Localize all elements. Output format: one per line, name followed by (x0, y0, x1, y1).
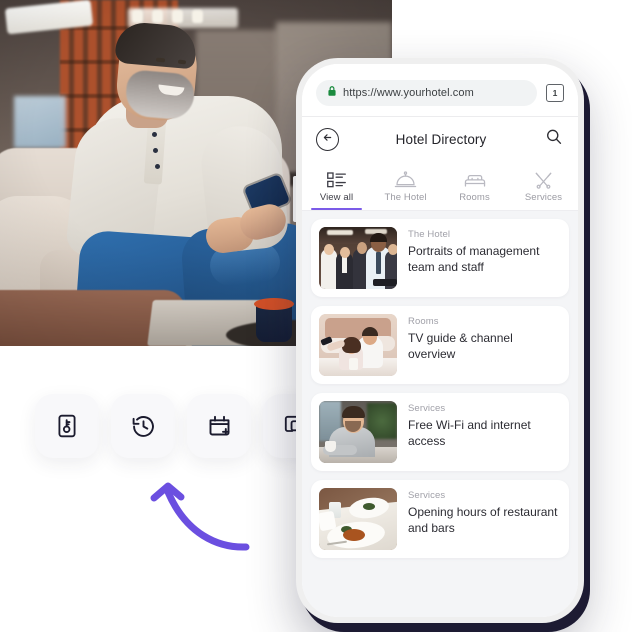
tab-view-all[interactable]: View all (302, 163, 371, 210)
tab-label: The Hotel (384, 192, 427, 203)
list-item-category: The Hotel (408, 229, 451, 240)
phone-mockup: https://www.yourhotel.com 1 Hotel Direct… (293, 58, 584, 623)
list-item-title: TV guide & channel overview (408, 331, 513, 361)
list-item-text: Services Opening hours of restaurant and… (408, 488, 561, 537)
man-with-laptop-photo (319, 401, 397, 463)
tab-services[interactable]: Services (509, 163, 578, 210)
url-text: https://www.yourhotel.com (343, 87, 474, 99)
history-clock-icon (130, 413, 157, 440)
bed-icon (463, 168, 487, 189)
calendar-plus-icon (206, 413, 233, 440)
directory-list[interactable]: The Hotel Portraits of management team a… (302, 211, 578, 617)
search-button[interactable] (543, 129, 564, 150)
list-item-title: Free Wi-Fi and internet access (408, 418, 531, 448)
list-item[interactable]: Rooms TV guide & channel overview (311, 306, 569, 384)
list-item-title: Portraits of management team and staff (408, 244, 540, 274)
curved-arrow-icon (146, 476, 258, 558)
tab-label: View all (319, 192, 354, 203)
list-item-title: Opening hours of restaurant and bars (408, 505, 558, 535)
phone-side-button[interactable] (293, 176, 296, 222)
back-button[interactable] (316, 127, 339, 151)
couple-watching-tv-photo (319, 314, 397, 376)
list-item-category: Services (408, 403, 446, 414)
list-item[interactable]: Services Free Wi-Fi and internet access (311, 393, 569, 471)
list-item-category: Services (408, 490, 446, 501)
tab-the-hotel[interactable]: The Hotel (371, 163, 440, 210)
tab-label: Services (524, 192, 563, 203)
page-title: Hotel Directory (395, 131, 487, 147)
tab-counter-button[interactable]: 1 (546, 84, 564, 102)
category-tabs: View all The Hotel Rooms Services (302, 161, 578, 211)
list-item-text: The Hotel Portraits of management team a… (408, 227, 561, 276)
tab-label: Rooms (459, 192, 490, 203)
tile-key-card[interactable] (35, 394, 99, 458)
list-item-text: Rooms TV guide & channel overview (408, 314, 561, 363)
list-item-category: Rooms (408, 316, 439, 327)
key-card-icon (54, 413, 80, 439)
list-view-icon (326, 168, 347, 189)
fork-knife-icon (533, 168, 554, 189)
phone-screen: https://www.yourhotel.com 1 Hotel Direct… (302, 64, 578, 617)
browser-toolbar: https://www.yourhotel.com 1 (302, 64, 578, 117)
tile-history[interactable] (111, 394, 175, 458)
tile-calendar-add[interactable] (187, 394, 251, 458)
app-header: Hotel Directory (302, 117, 578, 161)
tab-rooms[interactable]: Rooms (440, 163, 509, 210)
restaurant-plates-photo (319, 488, 397, 550)
list-item[interactable]: The Hotel Portraits of management team a… (311, 219, 569, 297)
list-item[interactable]: Services Opening hours of restaurant and… (311, 480, 569, 558)
lock-icon (327, 84, 337, 102)
arrow-left-circle-icon (322, 130, 333, 148)
list-item-text: Services Free Wi-Fi and internet access (408, 401, 561, 450)
staff-group-photo (319, 227, 397, 289)
quick-action-tiles (35, 394, 327, 458)
address-bar[interactable]: https://www.yourhotel.com (316, 80, 537, 106)
screenshot-stage: https://www.yourhotel.com 1 Hotel Direct… (0, 0, 632, 632)
search-icon (545, 128, 563, 151)
service-bell-icon (394, 168, 417, 189)
